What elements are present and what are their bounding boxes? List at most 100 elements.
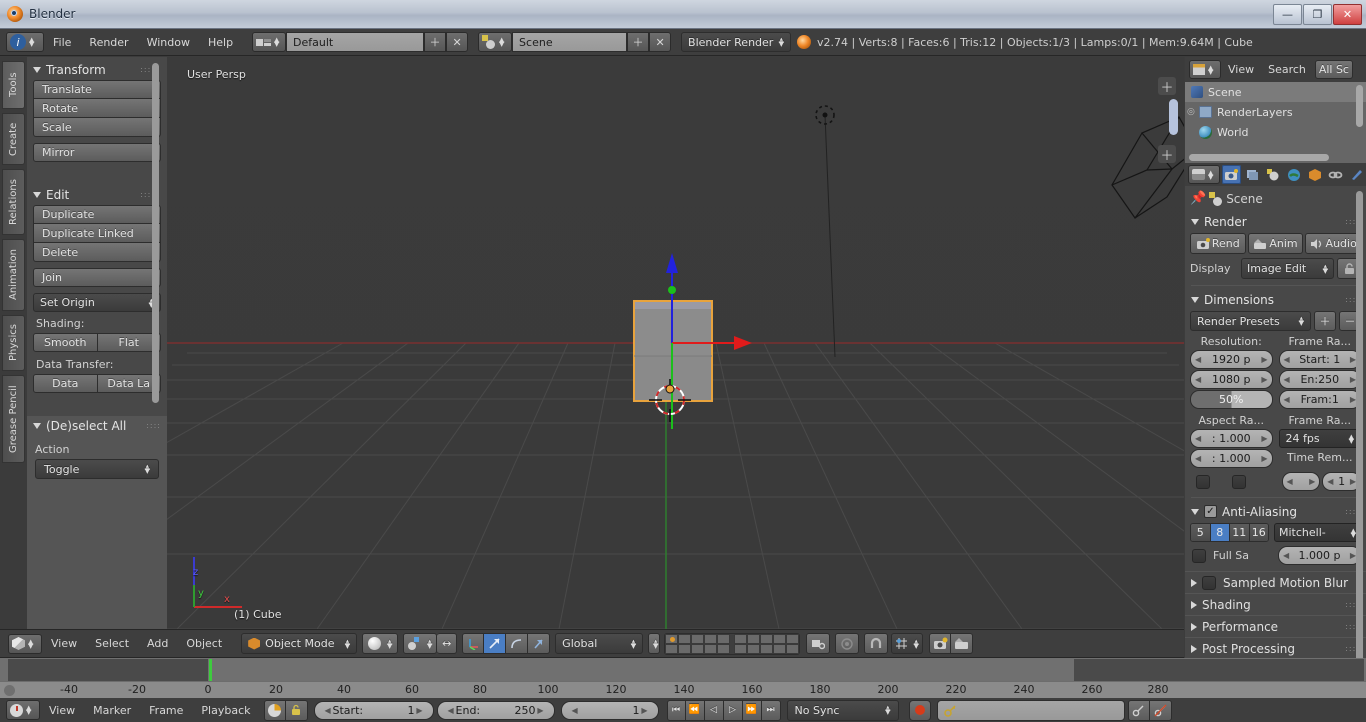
full-sample-checkbox[interactable] — [1192, 549, 1206, 563]
jump-to-start-button[interactable]: ⏮ — [667, 700, 686, 721]
chevron-right-icon[interactable]: ▶ — [1261, 454, 1267, 463]
proportional-edit-toggle[interactable] — [835, 633, 859, 654]
scene-selector-icon[interactable]: ▲▼ — [478, 32, 512, 52]
panel-edit-header[interactable]: Edit :::: — [33, 185, 161, 204]
aa-filter-selector[interactable]: Mitchell- ▲▼ — [1274, 523, 1361, 542]
remove-keyframe-button[interactable] — [1150, 700, 1172, 721]
frame-step-field[interactable]: ◀ Fram:1 ▶ — [1279, 390, 1362, 409]
sync-mode-selector[interactable]: No Sync ▲▼ — [787, 700, 899, 721]
render-tab-icon[interactable] — [1222, 165, 1241, 184]
3d-viewport[interactable]: User Persp z y x (1) Cube ＋ ＋ — [167, 57, 1184, 629]
set-origin-dropdown[interactable]: Set Origin ▲▼ — [33, 293, 161, 312]
render-animation-button[interactable] — [951, 633, 973, 654]
aspect-x-field[interactable]: ◀ : 1.000 ▶ — [1190, 429, 1273, 448]
smooth-button[interactable]: Smooth — [33, 333, 98, 352]
jump-to-end-button[interactable]: ⏭ — [762, 700, 781, 721]
chevron-right-icon[interactable]: ▶ — [537, 706, 543, 715]
tab-tools[interactable]: Tools — [2, 61, 25, 109]
scene-tab-icon[interactable] — [1264, 165, 1283, 184]
add-scene-button[interactable]: ＋ — [627, 32, 649, 52]
layers-prev-next[interactable]: ▲▼ — [648, 633, 660, 654]
panel-render-header[interactable]: Render :::: — [1185, 212, 1366, 231]
tab-create[interactable]: Create — [2, 113, 25, 165]
manipulator-scale-toggle[interactable] — [506, 633, 528, 654]
resolution-x-field[interactable]: ◀ 1920 p ▶ — [1190, 350, 1273, 369]
play-button[interactable]: ▷ — [724, 700, 743, 721]
frame-rate-selector[interactable]: 24 fps ▲▼ — [1279, 429, 1362, 448]
render-engine-selector[interactable]: Blender Render ▲▼ — [681, 32, 791, 52]
pin-icon[interactable]: 📌 — [1190, 191, 1206, 206]
aa-sample-8[interactable]: 8 — [1211, 524, 1231, 541]
frame-start-field[interactable]: ◀ Start: 1 ▶ — [314, 701, 434, 720]
frame-start-field[interactable]: ◀ Start: 1 ▶ — [1279, 350, 1362, 369]
aa-filter-size-field[interactable]: ◀ 1.000 p ▶ — [1278, 546, 1361, 565]
chevron-right-icon[interactable]: ▶ — [1309, 477, 1315, 486]
timeline-playhead[interactable] — [209, 659, 212, 681]
pivot-align-toggle[interactable]: ↔ — [437, 633, 457, 654]
motion-blur-checkbox[interactable] — [1202, 576, 1216, 590]
viewport-shading-selector[interactable]: ▲▼ — [362, 633, 398, 654]
snap-toggle[interactable] — [864, 633, 888, 654]
tab-physics[interactable]: Physics — [2, 315, 25, 371]
chevron-left-icon[interactable]: ◀ — [1284, 395, 1290, 404]
timeline-scroll-handle[interactable] — [4, 685, 15, 696]
chevron-left-icon[interactable]: ◀ — [1195, 375, 1201, 384]
aa-sample-11[interactable]: 11 — [1230, 524, 1250, 541]
close-button[interactable]: ✕ — [1333, 4, 1362, 25]
outliner-menu-search[interactable]: Search — [1261, 59, 1313, 80]
chevron-left-icon[interactable]: ◀ — [325, 706, 331, 715]
timeline-editor-type[interactable]: ▲▼ — [6, 700, 40, 720]
delete-screen-button[interactable]: ✕ — [446, 32, 468, 52]
resolution-y-field[interactable]: ◀ 1080 p ▶ — [1190, 370, 1273, 389]
keying-set-field[interactable] — [937, 700, 1125, 721]
tab-relations[interactable]: Relations — [2, 169, 25, 235]
crop-checkbox[interactable] — [1232, 475, 1246, 489]
panel-post-processing-header[interactable]: Post Processing :::: — [1185, 637, 1366, 659]
timeline-menu-view[interactable]: View — [40, 700, 84, 721]
tool-shelf-scrollbar[interactable] — [152, 63, 159, 403]
frame-end-field[interactable]: ◀ En:250 ▶ — [1279, 370, 1362, 389]
panel-performance-header[interactable]: Performance :::: — [1185, 615, 1366, 637]
delete-button[interactable]: Delete — [33, 243, 161, 262]
aa-samples-selector[interactable]: 5 8 11 16 — [1190, 523, 1269, 542]
chevron-left-icon[interactable]: ◀ — [1195, 355, 1201, 364]
constraints-tab-icon[interactable] — [1326, 165, 1345, 184]
outliner-scrollbar-horizontal[interactable] — [1189, 154, 1329, 161]
outliner-row-world[interactable]: World — [1185, 122, 1366, 142]
timeline-menu-playback[interactable]: Playback — [192, 700, 259, 721]
display-mode-selector[interactable]: Image Edit ▲▼ — [1241, 258, 1334, 279]
chevron-left-icon[interactable]: ◀ — [1283, 551, 1289, 560]
duplicate-linked-button[interactable]: Duplicate Linked — [33, 224, 161, 243]
outliner-row-renderlayers[interactable]: ◎ RenderLayers — [1185, 102, 1366, 122]
scale-button[interactable]: Scale — [33, 118, 161, 137]
chevron-left-icon[interactable]: ◀ — [1327, 477, 1333, 486]
aspect-y-field[interactable]: ◀ : 1.000 ▶ — [1190, 449, 1273, 468]
properties-scrollbar-vertical[interactable] — [1356, 191, 1363, 691]
outliner-row-scene[interactable]: Scene — [1185, 82, 1366, 102]
chevron-right-icon[interactable]: ▶ — [1261, 434, 1267, 443]
chevron-right-icon[interactable]: ▶ — [641, 706, 647, 715]
minimize-button[interactable]: — — [1273, 4, 1302, 25]
operator-panel-header[interactable]: (De)select All :::: — [27, 416, 167, 435]
add-screen-button[interactable]: ＋ — [424, 32, 446, 52]
menu-help[interactable]: Help — [199, 32, 242, 53]
menu-select[interactable]: Select — [86, 633, 138, 654]
chevron-left-icon[interactable]: ◀ — [1284, 355, 1290, 364]
panel-shading-header[interactable]: Shading :::: — [1185, 593, 1366, 615]
snap-element-selector[interactable]: ▲▼ — [891, 633, 923, 654]
frame-end-field[interactable]: ◀ End: 250 ▶ — [437, 701, 555, 720]
rotate-button[interactable]: Rotate — [33, 99, 161, 118]
panel-dimensions-header[interactable]: Dimensions :::: — [1185, 290, 1366, 309]
play-reverse-button[interactable]: ◁ — [705, 700, 724, 721]
duplicate-button[interactable]: Duplicate — [33, 205, 161, 224]
pivot-point-selector[interactable]: ▲▼ — [403, 633, 437, 654]
world-tab-icon[interactable] — [1284, 165, 1303, 184]
render-animation-button[interactable]: Anim — [1248, 233, 1304, 254]
chevron-left-icon[interactable]: ◀ — [1284, 375, 1290, 384]
manipulator-extra-toggle[interactable] — [528, 633, 550, 654]
menu-render[interactable]: Render — [80, 32, 137, 53]
chevron-left-icon[interactable]: ◀ — [1287, 477, 1293, 486]
tab-grease-pencil[interactable]: Grease Pencil — [2, 375, 25, 463]
antialiasing-checkbox[interactable]: ✓ — [1204, 505, 1217, 518]
viewport-properties-toggle[interactable]: ＋ — [1158, 145, 1176, 163]
